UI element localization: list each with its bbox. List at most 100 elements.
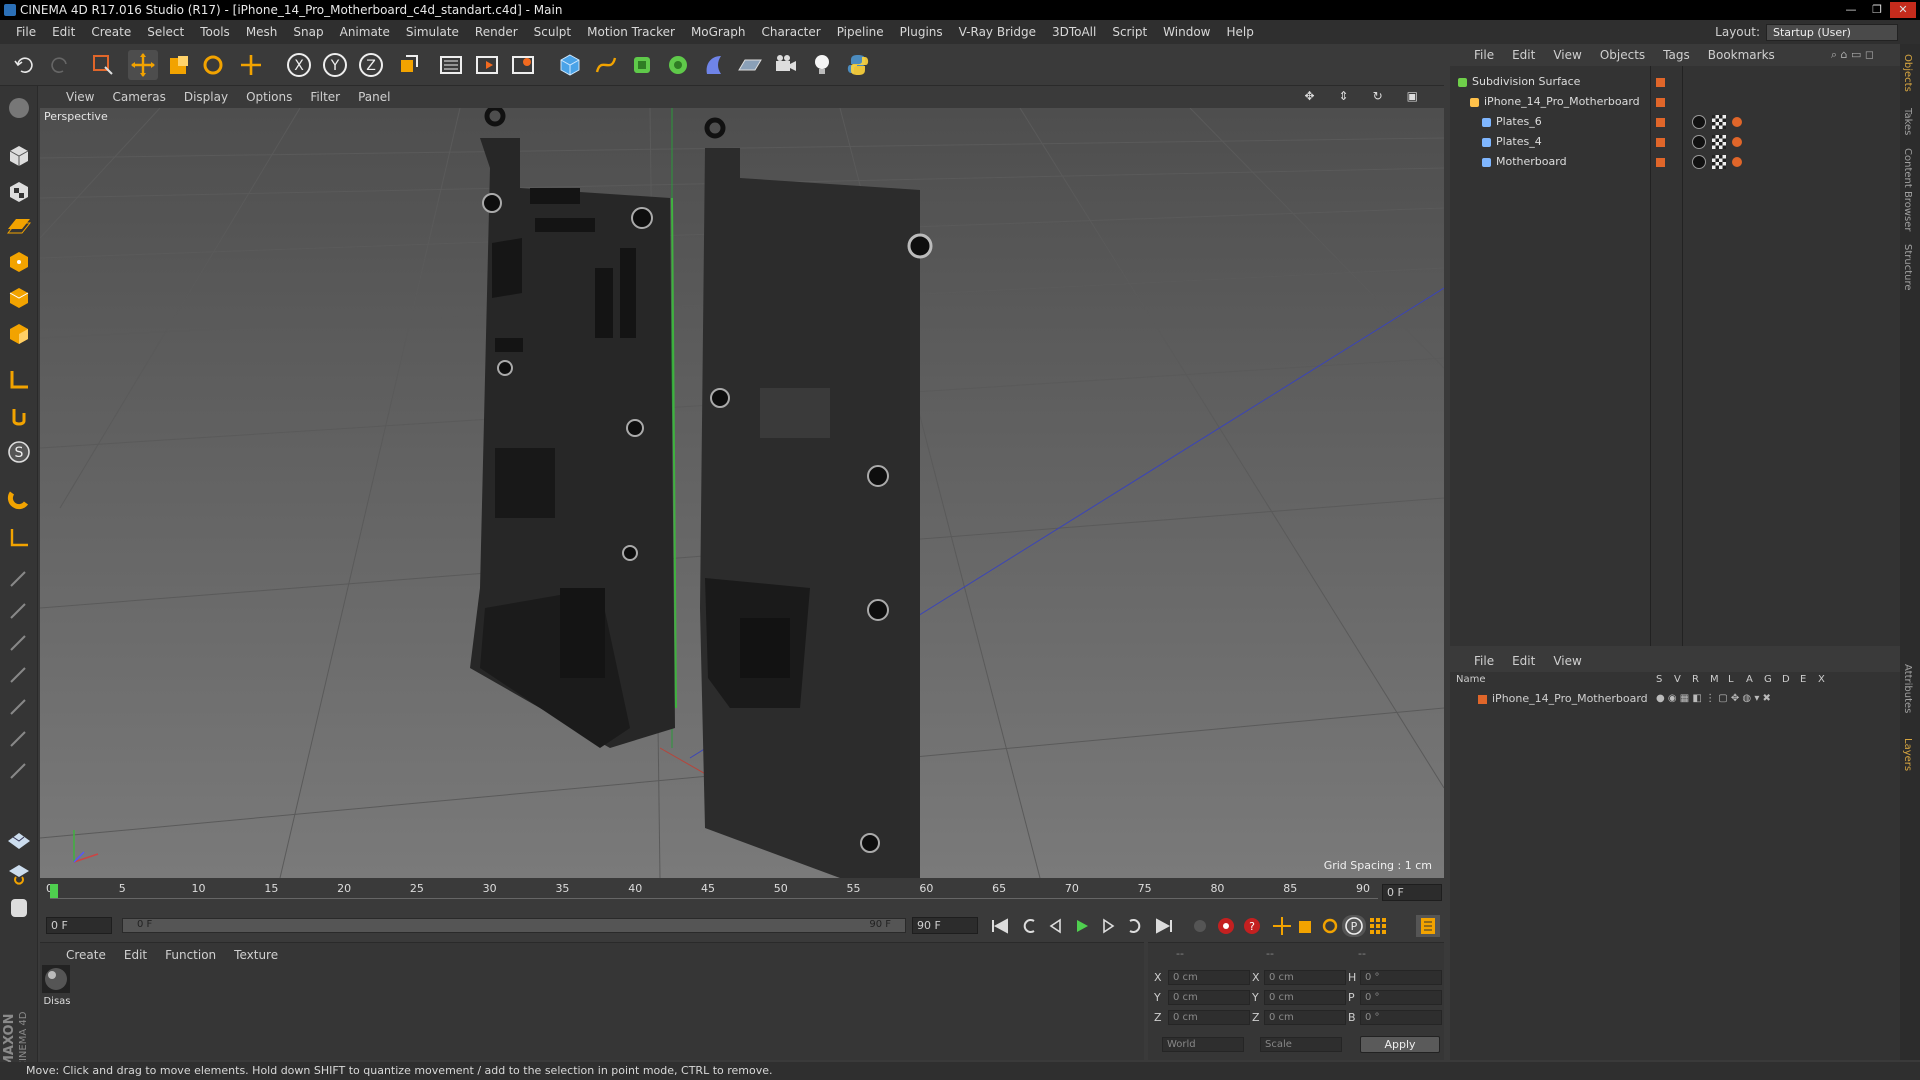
timeline-ruler[interactable]: 051015202530354045505560657075808590 0 F [40, 878, 1444, 916]
close-button[interactable]: ✕ [1890, 2, 1916, 18]
render-view-icon[interactable] [436, 50, 466, 80]
sculpt-pull-icon[interactable] [3, 594, 35, 626]
object-name[interactable]: Plates_4 [1496, 132, 1542, 152]
timeline-window-icon[interactable] [1416, 915, 1440, 937]
polygons-mode-icon[interactable] [3, 318, 35, 350]
keyframe-selection-icon[interactable] [1188, 915, 1212, 937]
material-tag-icon[interactable] [1692, 135, 1706, 149]
viewport-menu-view[interactable]: View [66, 90, 94, 104]
key-rotation-icon[interactable] [1318, 915, 1342, 937]
side-tab-objects[interactable]: Objects [1902, 54, 1913, 92]
menu-create[interactable]: Create [83, 25, 139, 39]
next-key-icon[interactable] [1122, 915, 1146, 937]
object-row[interactable]: Motherboard [1450, 152, 1900, 172]
selection-tag-icon[interactable] [1732, 117, 1742, 127]
coord-size-x-field[interactable]: 0 cm [1264, 970, 1346, 985]
camera-icon[interactable] [771, 50, 801, 80]
previous-frame-icon[interactable] [1044, 915, 1068, 937]
material-menu-texture[interactable]: Texture [234, 948, 278, 962]
layer-toggle-icons[interactable]: ● ◉ ▦ ◧ ⋮ ▢ ✥ ◍ ▾ ✖ [1656, 690, 1771, 708]
menu-file[interactable]: File [8, 25, 44, 39]
python-script-icon[interactable] [3, 892, 35, 924]
menu-pipeline[interactable]: Pipeline [829, 25, 892, 39]
menu-3dtoall[interactable]: 3DToAll [1044, 25, 1104, 39]
object-layer-swatch[interactable] [1656, 158, 1665, 167]
coord-pos-y-field[interactable]: 0 cm [1168, 990, 1250, 1005]
object-layer-swatch[interactable] [1656, 118, 1665, 127]
sculpt-grab-icon[interactable] [3, 690, 35, 722]
edges-mode-icon[interactable] [3, 282, 35, 314]
side-tab-layers[interactable]: Layers [1902, 738, 1913, 771]
menu-script[interactable]: Script [1104, 25, 1155, 39]
menu-window[interactable]: Window [1155, 25, 1218, 39]
object-layer-swatch[interactable] [1656, 98, 1665, 107]
maximize-button[interactable]: ❐ [1864, 2, 1890, 18]
size-mode-dropdown[interactable]: Scale [1260, 1037, 1342, 1052]
side-tab-takes[interactable]: Takes [1902, 108, 1913, 135]
frame-range-slider[interactable]: 0 F 90 F [122, 918, 906, 933]
viewport-menu-display[interactable]: Display [184, 90, 228, 104]
coord-p-field[interactable]: 0 ° [1360, 990, 1442, 1005]
texture-tag-icon[interactable] [1712, 115, 1726, 129]
layout-dropdown[interactable]: Startup (User) [1766, 23, 1898, 41]
menu-animate[interactable]: Animate [332, 25, 398, 39]
model-mode-icon[interactable] [3, 140, 35, 172]
axis-lock-icon[interactable] [3, 522, 35, 554]
move-tool-icon[interactable] [128, 50, 158, 80]
play-icon[interactable] [1070, 915, 1094, 937]
layer-color-swatch[interactable] [1478, 695, 1487, 704]
objmgr-menu-view[interactable]: View [1553, 48, 1581, 62]
sculpt-inflate-icon[interactable] [3, 658, 35, 690]
previous-key-icon[interactable] [1018, 915, 1042, 937]
objmgr-menu-tags[interactable]: Tags [1663, 48, 1690, 62]
deformer-icon[interactable] [699, 50, 729, 80]
workplane-mode-icon[interactable] [3, 210, 35, 242]
coordinate-system-icon[interactable] [394, 50, 424, 80]
menu-snap[interactable]: Snap [285, 25, 331, 39]
layer-name[interactable]: iPhone_14_Pro_Motherboard [1492, 690, 1648, 708]
render-settings-icon[interactable] [508, 50, 538, 80]
menu-sculpt[interactable]: Sculpt [526, 25, 579, 39]
start-frame-field[interactable]: 0 F [46, 917, 112, 934]
material-swatch[interactable]: Disas [42, 965, 72, 1007]
points-mode-icon[interactable] [3, 246, 35, 278]
object-layer-swatch[interactable] [1656, 78, 1665, 87]
material-tag-icon[interactable] [1692, 155, 1706, 169]
menu-mesh[interactable]: Mesh [238, 25, 286, 39]
x-axis-lock-icon[interactable]: X [284, 50, 314, 80]
python-icon[interactable] [843, 50, 873, 80]
menu-simulate[interactable]: Simulate [398, 25, 467, 39]
menu-render[interactable]: Render [467, 25, 526, 39]
axis-mode-icon[interactable] [3, 364, 35, 396]
apply-button[interactable]: Apply [1360, 1036, 1440, 1053]
layer-menu-edit[interactable]: Edit [1512, 654, 1535, 668]
side-tab-attributes[interactable]: Attributes [1902, 664, 1913, 713]
selection-tag-icon[interactable] [1732, 137, 1742, 147]
object-name[interactable]: Motherboard [1496, 152, 1567, 172]
coord-size-z-field[interactable]: 0 cm [1264, 1010, 1346, 1025]
coord-pos-x-field[interactable]: 0 cm [1168, 970, 1250, 985]
objmgr-menu-edit[interactable]: Edit [1512, 48, 1535, 62]
sculpt-flatten-icon[interactable] [3, 722, 35, 754]
next-frame-icon[interactable] [1096, 915, 1120, 937]
object-layer-swatch[interactable] [1656, 138, 1665, 147]
object-name[interactable]: iPhone_14_Pro_Motherboard [1484, 92, 1640, 112]
material-menu-function[interactable]: Function [165, 948, 216, 962]
layer-menu-file[interactable]: File [1474, 654, 1494, 668]
go-to-end-icon[interactable] [1152, 915, 1176, 937]
redo-icon[interactable] [44, 50, 74, 80]
scale-tool-icon[interactable] [164, 50, 194, 80]
subdivision-surface-icon[interactable] [627, 50, 657, 80]
menu-plugins[interactable]: Plugins [892, 25, 951, 39]
selection-tag-icon[interactable] [1732, 157, 1742, 167]
menu-tools[interactable]: Tools [192, 25, 238, 39]
light-icon[interactable] [807, 50, 837, 80]
texture-tag-icon[interactable] [1712, 155, 1726, 169]
viewport-menu-panel[interactable]: Panel [358, 90, 390, 104]
go-to-start-icon[interactable] [988, 915, 1012, 937]
timeline-playhead[interactable] [50, 884, 58, 898]
brush-icon[interactable] [3, 562, 35, 594]
autokeying-icon[interactable]: ? [1240, 915, 1264, 937]
side-tab-structure[interactable]: Structure [1902, 244, 1913, 291]
coord-h-field[interactable]: 0 ° [1360, 970, 1442, 985]
